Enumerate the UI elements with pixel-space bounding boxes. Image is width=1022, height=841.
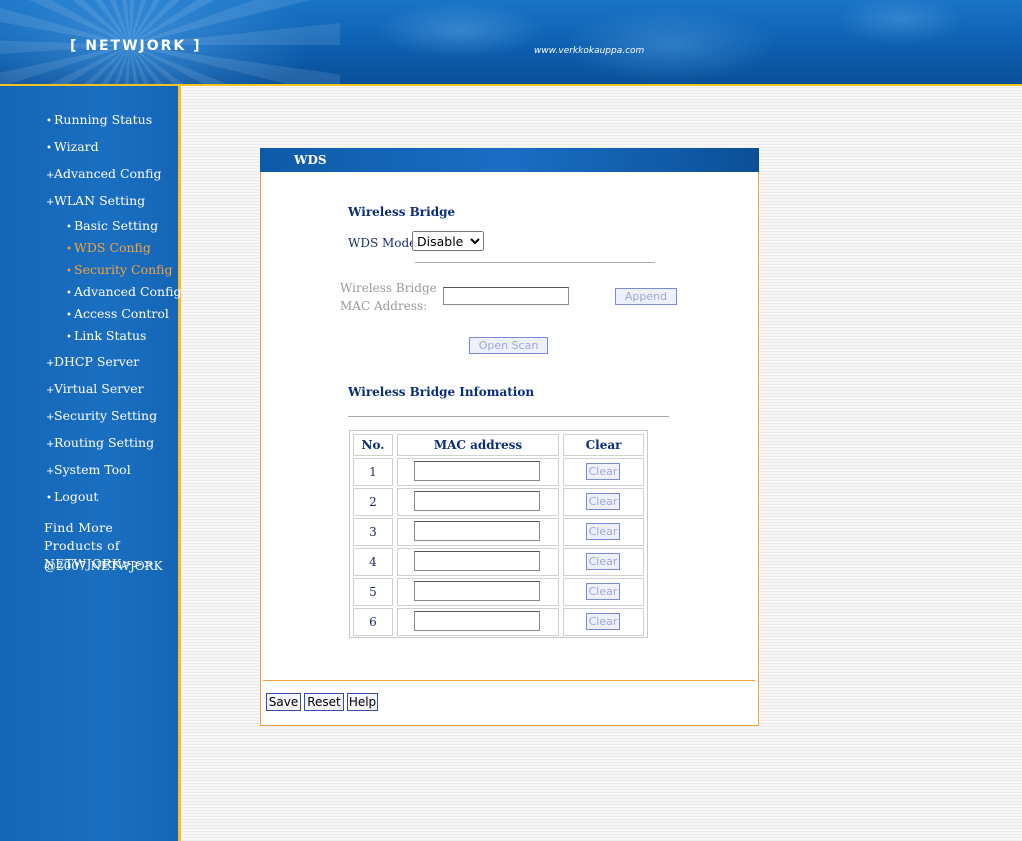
sidebar-item-label: Virtual Server bbox=[54, 381, 144, 396]
bullet-icon: • bbox=[66, 222, 72, 233]
sidebar-item-dhcp-server[interactable]: +DHCP Server bbox=[46, 354, 139, 369]
bridge-info-title: Wireless Bridge Infomation bbox=[348, 385, 535, 399]
wds-mode-select[interactable]: Disable bbox=[412, 231, 484, 251]
plus-icon: + bbox=[46, 170, 55, 181]
sidebar-item-label: Security Setting bbox=[54, 408, 158, 423]
mac-address-input[interactable] bbox=[414, 611, 540, 631]
clear-button[interactable]: Clear bbox=[586, 523, 620, 540]
sidebar-subitem-wds-config[interactable]: • WDS Config bbox=[66, 240, 151, 255]
bullet-icon: • bbox=[46, 116, 52, 127]
sidebar-subitem-access-control[interactable]: • Access Control bbox=[66, 306, 169, 321]
bullet-icon: • bbox=[66, 244, 72, 255]
sidebar-item-running-status[interactable]: • Running Status bbox=[46, 112, 152, 127]
sidebar-item-wlan-setting[interactable]: +WLAN Setting bbox=[46, 193, 145, 208]
clear-button[interactable]: Clear bbox=[586, 463, 620, 480]
sidebar-item-label: Advanced Config bbox=[74, 284, 182, 299]
wireless-bridge-title: Wireless Bridge bbox=[348, 205, 456, 219]
mac-address-input[interactable] bbox=[414, 491, 540, 511]
clear-button[interactable]: Clear bbox=[586, 553, 620, 570]
sidebar-item-label: Routing Setting bbox=[54, 435, 155, 450]
bullet-icon: • bbox=[46, 493, 52, 504]
column-header-clear: Clear bbox=[563, 434, 644, 456]
plus-icon: + bbox=[46, 385, 55, 396]
row-number: 5 bbox=[353, 578, 393, 606]
site-url: www.verkkokauppa.com bbox=[534, 46, 645, 56]
sidebar-subitem-security-config[interactable]: • Security Config bbox=[66, 262, 173, 277]
plus-icon: + bbox=[46, 412, 55, 423]
panel-title: WDS bbox=[294, 153, 327, 167]
bullet-icon: • bbox=[66, 310, 72, 321]
bullet-icon: • bbox=[66, 332, 72, 343]
save-button[interactable]: Save bbox=[266, 693, 301, 711]
sidebar-item-label: Logout bbox=[54, 489, 99, 504]
row-number: 1 bbox=[353, 458, 393, 486]
mac-address-input[interactable] bbox=[414, 551, 540, 571]
sidebar-item-label: WDS Config bbox=[74, 240, 151, 255]
sidebar-item-wizard[interactable]: • Wizard bbox=[46, 139, 99, 154]
row-number: 4 bbox=[353, 548, 393, 576]
bridge-mac-label-line2: MAC Address: bbox=[340, 299, 428, 313]
sidebar-item-advanced-config[interactable]: +Advanced Config bbox=[46, 166, 161, 181]
clear-button[interactable]: Clear bbox=[586, 493, 620, 510]
plus-icon: + bbox=[46, 197, 55, 208]
sidebar-item-virtual-server[interactable]: +Virtual Server bbox=[46, 381, 144, 396]
header-banner: [ NETWJORK ] www.verkkokauppa.com bbox=[0, 0, 1022, 85]
sidebar-subitem-link-status[interactable]: • Link Status bbox=[66, 328, 146, 343]
clear-button[interactable]: Clear bbox=[586, 583, 620, 600]
row-number: 3 bbox=[353, 518, 393, 546]
column-header-mac: MAC address bbox=[397, 434, 559, 456]
info-divider bbox=[348, 416, 669, 417]
mac-address-input[interactable] bbox=[414, 461, 540, 481]
reset-button[interactable]: Reset bbox=[304, 693, 344, 711]
sidebar-item-routing-setting[interactable]: +Routing Setting bbox=[46, 435, 154, 450]
sidebar-item-label: Basic Setting bbox=[74, 218, 159, 233]
sidebar-item-security-setting[interactable]: +Security Setting bbox=[46, 408, 157, 423]
open-scan-button[interactable]: Open Scan bbox=[469, 337, 548, 354]
clear-button[interactable]: Clear bbox=[586, 613, 620, 630]
bridge-mac-label-line1: Wireless Bridge bbox=[340, 281, 437, 295]
copyright-text: @2007 NETWJORK bbox=[44, 559, 163, 573]
sidebar-item-label: Access Control bbox=[74, 306, 169, 321]
bullet-icon: • bbox=[66, 288, 72, 299]
mac-address-input[interactable] bbox=[414, 521, 540, 541]
brand-logo: [ NETWJORK ] bbox=[70, 38, 202, 54]
section-divider bbox=[415, 262, 655, 263]
column-header-no: No. bbox=[353, 434, 393, 456]
bridge-mac-input[interactable] bbox=[443, 287, 569, 305]
plus-icon: + bbox=[46, 439, 55, 450]
sidebar-item-system-tool[interactable]: +System Tool bbox=[46, 462, 131, 477]
row-number: 2 bbox=[353, 488, 393, 516]
sidebar-item-label: Wizard bbox=[54, 139, 99, 154]
sidebar-subitem-advanced-config[interactable]: • Advanced Config bbox=[66, 284, 181, 299]
sidebar-item-label: Security Config bbox=[74, 262, 173, 277]
sidebar-item-logout[interactable]: • Logout bbox=[46, 489, 98, 504]
sidebar-item-label: WLAN Setting bbox=[54, 193, 146, 208]
header-world-map bbox=[340, 0, 1022, 85]
row-number: 6 bbox=[353, 608, 393, 636]
panel-header: WDS bbox=[260, 148, 759, 172]
sidebar-item-label: Link Status bbox=[74, 328, 147, 343]
bullet-icon: • bbox=[66, 266, 72, 277]
mac-address-input[interactable] bbox=[414, 581, 540, 601]
footer-divider bbox=[263, 680, 755, 681]
sidebar-item-label: DHCP Server bbox=[54, 354, 140, 369]
sidebar-item-label: System Tool bbox=[54, 462, 131, 477]
wds-mode-label: WDS Mode: bbox=[348, 236, 421, 250]
help-button[interactable]: Help bbox=[347, 693, 378, 711]
sidebar-item-label: Advanced Config bbox=[54, 166, 162, 181]
sidebar-subitem-basic-setting[interactable]: • Basic Setting bbox=[66, 218, 158, 233]
plus-icon: + bbox=[46, 466, 55, 477]
sidebar-item-label: Running Status bbox=[54, 112, 153, 127]
append-button[interactable]: Append bbox=[615, 288, 677, 305]
bullet-icon: • bbox=[46, 143, 52, 154]
plus-icon: + bbox=[46, 358, 55, 369]
